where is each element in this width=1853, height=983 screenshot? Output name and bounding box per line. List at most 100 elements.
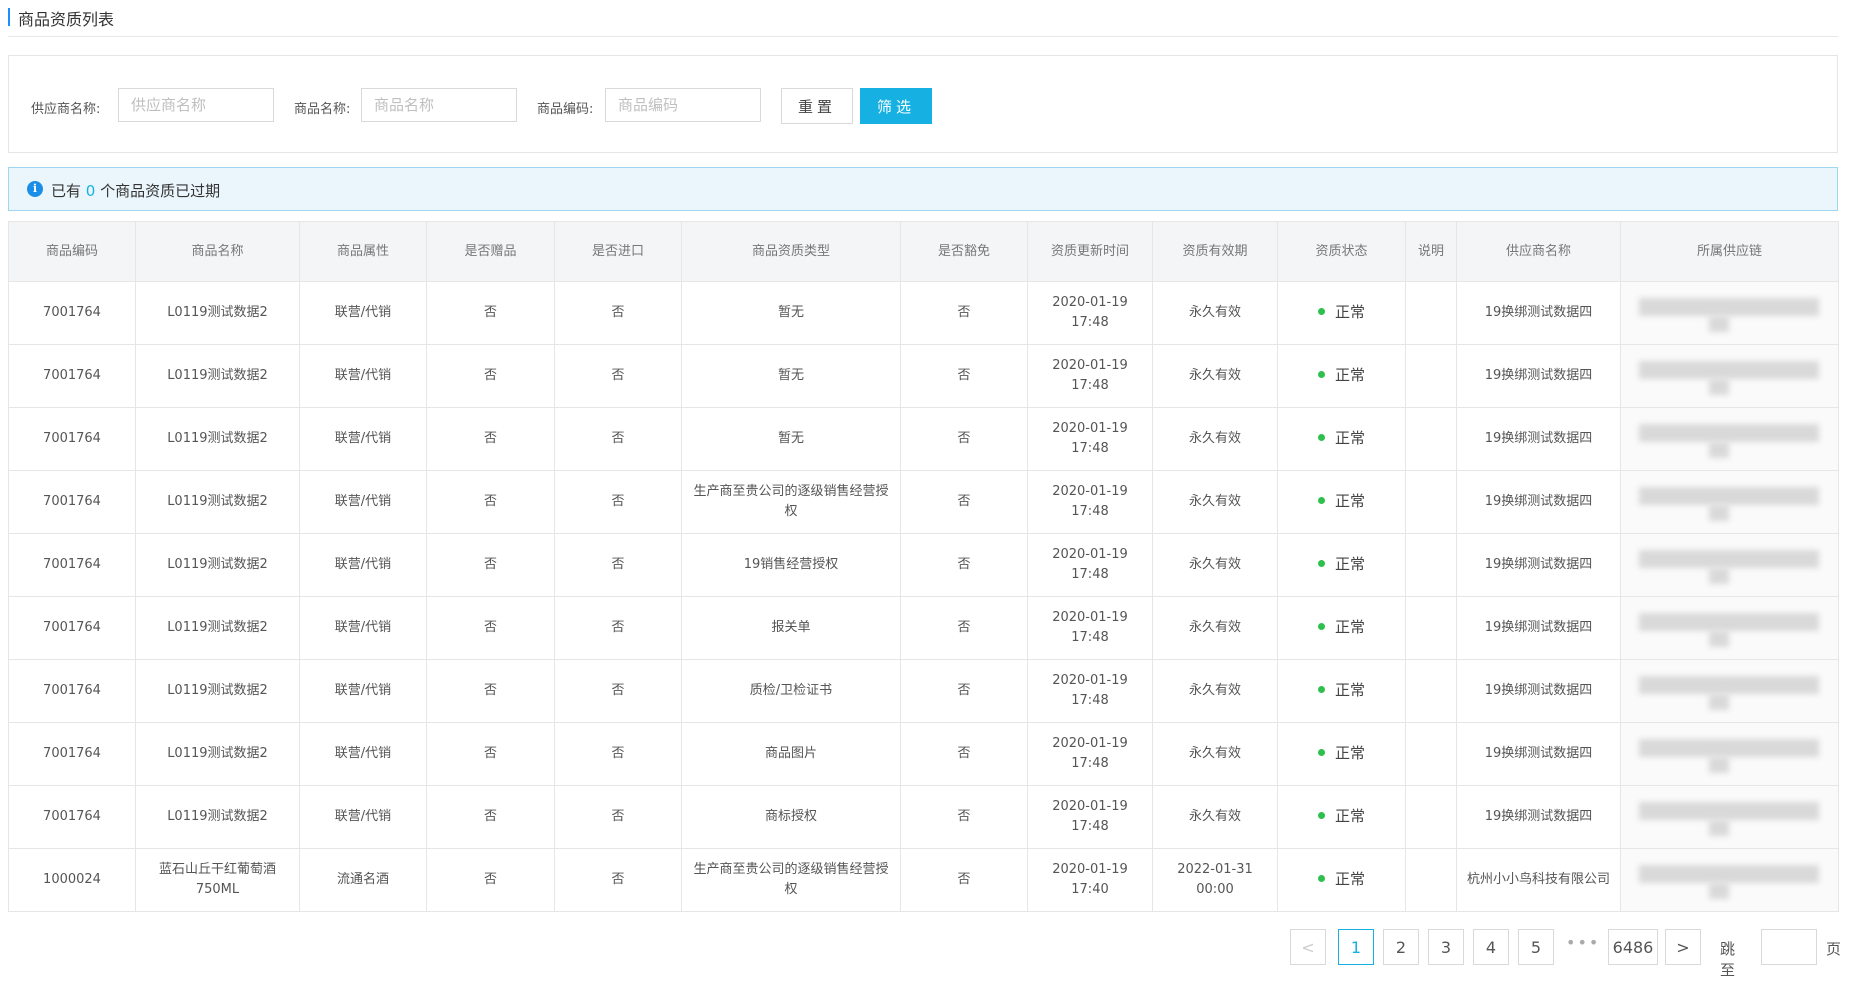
product-attr-cell: 联营/代销 [299,533,427,597]
supplier-name-cell: 19换绑测试数据四 [1456,785,1621,849]
expired-alert: i 已有 0 个商品资质已过期 [8,167,1838,211]
supplier-input[interactable] [118,88,274,122]
updated-time-cell: 2020-01-19 17:48 [1027,470,1153,534]
page-button-3[interactable]: 3 [1428,929,1464,965]
product-code-cell: 1000024 [8,848,136,912]
status-dot-icon [1317,749,1325,756]
note-cell [1405,470,1457,534]
product-attr-cell: 联营/代销 [299,470,427,534]
col-header: 是否豁免 [900,221,1028,282]
is-exempt-cell: 否 [900,848,1028,912]
note-cell [1405,659,1457,723]
is-import-cell: 否 [554,596,682,660]
supply-chain-cell [1620,785,1839,849]
table-row[interactable]: 7001764 L0119测试数据2 联营/代销否否报关单否 2020-01-19 1… [8,596,1839,660]
product-code-cell: 7001764 [8,281,136,345]
table-row[interactable]: 7001764 L0119测试数据2 联营/代销否否商品图片否 2020-01-19 … [8,722,1839,786]
is-import-cell: 否 [554,785,682,849]
table-row[interactable]: 7001764 L0119测试数据2 联营/代销否否暂无否 2020-01-19 17… [8,281,1839,345]
is-exempt-cell: 否 [900,596,1028,660]
status-cell: 正常 [1277,785,1406,849]
page-button-4[interactable]: 4 [1473,929,1509,965]
info-icon: i [27,181,43,197]
supply-chain-cell [1620,407,1839,471]
redacted-block [1709,694,1729,710]
col-header: 商品属性 [299,221,427,282]
is-gift-cell: 否 [426,596,555,660]
status-dot-icon [1317,308,1325,315]
note-cell [1405,533,1457,597]
updated-time-cell: 2020-01-19 17:48 [1027,344,1153,408]
supply-chain-cell [1620,533,1839,597]
page-button-5[interactable]: 5 [1518,929,1554,965]
product-name-cell: L0119测试数据2 [135,470,300,534]
redacted-block [1709,316,1729,332]
table-row[interactable]: 7001764 L0119测试数据2 联营/代销否否商标授权否 2020-01-19 … [8,785,1839,849]
is-import-cell: 否 [554,533,682,597]
validity-cell: 永久有效 [1152,470,1278,534]
product-name-cell: L0119测试数据2 [135,785,300,849]
updated-time-cell: 2020-01-19 17:48 [1027,596,1153,660]
updated-time-cell: 2020-01-19 17:48 [1027,533,1153,597]
supply-chain-cell [1620,659,1839,723]
redacted-block [1709,820,1729,836]
is-import-cell: 否 [554,281,682,345]
product-code-cell: 7001764 [8,785,136,849]
status-text: 正常 [1334,366,1365,384]
table-row[interactable]: 7001764 L0119测试数据2 联营/代销否否 19销售经营授权否 2020-01… [8,533,1839,597]
table-row[interactable]: 7001764 L0119测试数据2 联营/代销否否暂无否 2020-01-19 17… [8,407,1839,471]
updated-time-cell: 2020-01-19 17:48 [1027,659,1153,723]
pagination-ellipsis[interactable]: ••• [1566,933,1600,952]
is-import-cell: 否 [554,848,682,912]
product-attr-cell: 联营/代销 [299,407,427,471]
page-button-last[interactable]: 6486 [1608,929,1658,965]
next-page-button[interactable]: > [1665,929,1701,965]
is-exempt-cell: 否 [900,785,1028,849]
status-dot-icon [1317,434,1325,441]
status-dot-icon [1317,497,1325,504]
is-import-cell: 否 [554,659,682,723]
product-code-input[interactable] [605,88,761,122]
is-exempt-cell: 否 [900,344,1028,408]
redacted-block [1709,505,1729,521]
table-row[interactable]: 1000024 蓝石山丘干红葡萄酒750ML 流通名酒否否生产商至贵公司的逐级销售经… [8,848,1839,912]
prev-page-button[interactable]: < [1290,929,1326,965]
col-header: 是否进口 [554,221,682,282]
redacted-block [1639,676,1819,694]
qualification-type-cell: 商标授权 [681,785,901,849]
supplier-name-cell: 19换绑测试数据四 [1456,722,1621,786]
table-row[interactable]: 7001764 L0119测试数据2 联营/代销否否质检/卫检证书否 2020-01-… [8,659,1839,723]
status-cell: 正常 [1277,407,1406,471]
is-exempt-cell: 否 [900,281,1028,345]
col-header: 供应商名称 [1456,221,1621,282]
product-code-cell: 7001764 [8,722,136,786]
redacted-block [1639,613,1819,631]
is-exempt-cell: 否 [900,407,1028,471]
jump-page-input[interactable] [1761,929,1817,965]
page-button-1[interactable]: 1 [1338,929,1374,965]
page-button-2[interactable]: 2 [1383,929,1419,965]
filter-button[interactable]: 筛选 [860,88,932,124]
redacted-block [1639,487,1819,505]
is-import-cell: 否 [554,722,682,786]
status-cell: 正常 [1277,848,1406,912]
is-gift-cell: 否 [426,407,555,471]
status-cell: 正常 [1277,470,1406,534]
product-name-cell: L0119测试数据2 [135,722,300,786]
table-row[interactable]: 7001764 L0119测试数据2 联营/代销否否暂无否 2020-01-19 17… [8,344,1839,408]
page-header: 商品资质列表 [8,0,1838,37]
table-row[interactable]: 7001764 L0119测试数据2 联营/代销否否生产商至贵公司的逐级销售经营授权… [8,470,1839,534]
qualification-type-cell: 暂无 [681,344,901,408]
product-name-input[interactable] [361,88,517,122]
product-code-cell: 7001764 [8,659,136,723]
reset-button[interactable]: 重置 [781,88,853,124]
col-header: 是否赠品 [426,221,555,282]
alert-suffix: 个商品资质已过期 [100,182,221,200]
status-text: 正常 [1334,870,1365,888]
is-gift-cell: 否 [426,848,555,912]
product-name-label: 商品名称: [294,102,351,117]
qualification-type-cell: 报关单 [681,596,901,660]
status-cell: 正常 [1277,281,1406,345]
note-cell [1405,785,1457,849]
status-dot-icon [1317,875,1325,882]
